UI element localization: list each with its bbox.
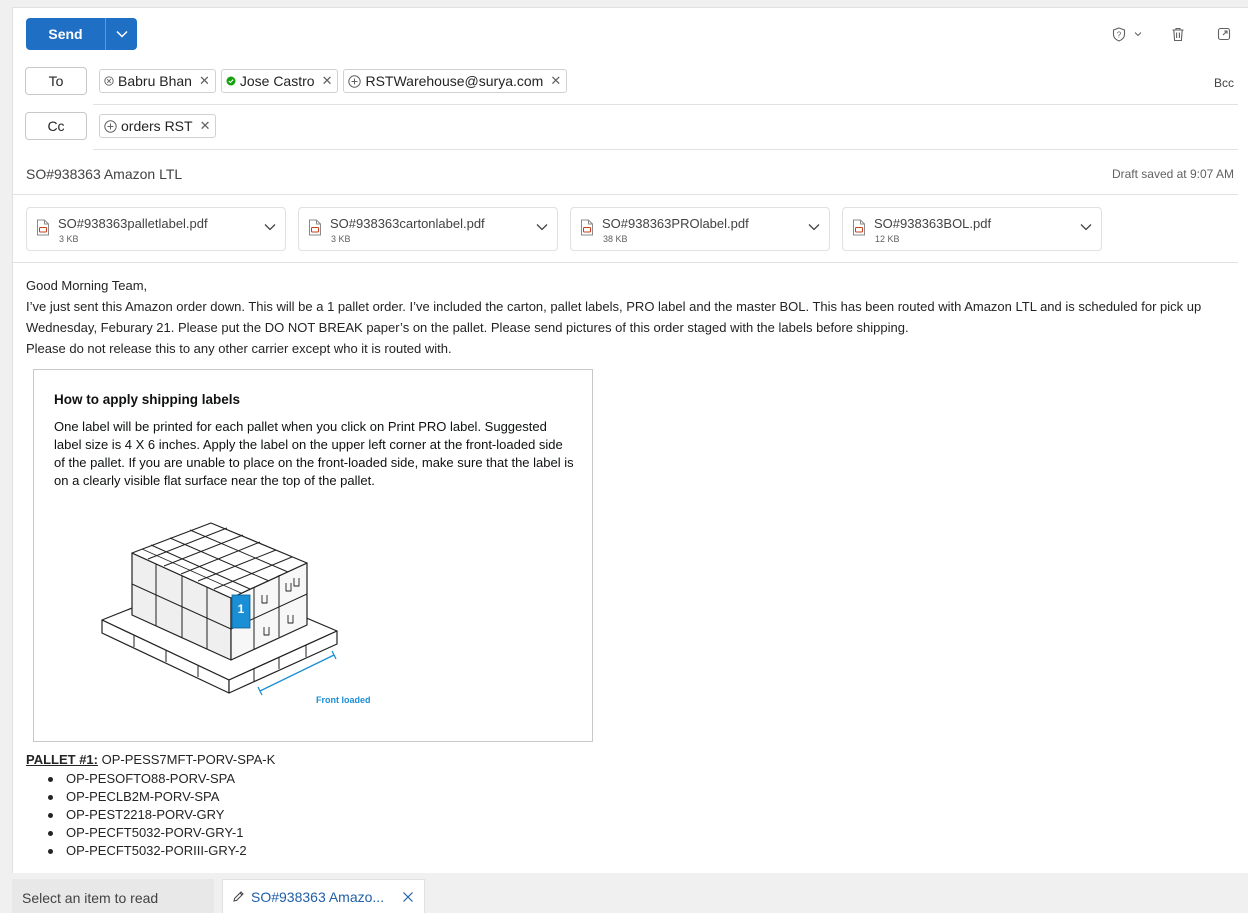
divider [13,262,1238,263]
recipient-chip[interactable]: Babru Bhan ✕ [99,69,216,93]
tab-reading-pane[interactable]: Select an item to read [12,879,214,913]
delete-icon [1172,27,1184,41]
cc-button[interactable]: Cc [25,112,87,140]
close-icon[interactable] [402,891,414,903]
to-button[interactable]: To [25,67,87,95]
pop-out-button[interactable] [1214,24,1234,44]
attachment-size: 3 KB [59,234,79,244]
blocked-status-icon [104,76,114,86]
tab-draft[interactable]: SO#938363 Amazo... [222,879,425,913]
remove-recipient-icon[interactable]: ✕ [322,73,333,89]
pallet-id: OP-PESS7MFT-PORV-SPA-K [101,752,276,767]
attachment-name: SO#938363PROlabel.pdf [602,216,749,231]
remove-recipient-icon[interactable]: ✕ [199,73,210,89]
pdf-file-icon [853,219,865,236]
pallet-label: PALLET #1: [26,752,98,767]
instructions-title: How to apply shipping labels [54,392,241,407]
attachment-size: 38 KB [603,234,628,244]
discard-button[interactable] [1168,24,1188,44]
cc-recipients: orders RST ✕ [99,114,217,138]
list-item: OP-PEST2218-PORV-GRY [46,806,247,824]
chevron-down-icon[interactable] [1080,223,1092,231]
send-button-group: Send [26,18,137,50]
list-item: OP-PECLB2M-PORV-SPA [46,788,247,806]
pdf-file-icon [37,219,49,236]
recipient-chip[interactable]: RSTWarehouse@surya.com ✕ [343,69,568,93]
attachment-card[interactable]: SO#938363palletlabel.pdf 3 KB [26,207,286,251]
tab-draft-label: SO#938363 Amazo... [251,888,385,905]
instructions-text: One label will be printed for each palle… [54,419,574,488]
body-paragraph: I’ve just sent this Amazon order down. T… [26,299,1202,335]
greeting: Good Morning Team, [26,278,148,293]
recipient-name: RSTWarehouse@surya.com [365,73,544,89]
attachment-card[interactable]: SO#938363BOL.pdf 12 KB [842,207,1102,251]
pallet-heading: PALLET #1: OP-PESS7MFT-PORV-SPA-K [26,752,275,767]
pallet-items-list: OP-PESOFTO88-PORV-SPA OP-PECLB2M-PORV-SP… [46,770,247,860]
divider [13,194,1238,195]
chevron-down-icon[interactable] [264,223,276,231]
recipient-chip[interactable]: Jose Castro ✕ [220,69,339,93]
recipient-name: orders RST [121,118,193,134]
pdf-file-icon [309,219,321,236]
attachment-list: SO#938363palletlabel.pdf 3 KB SO#938363c… [26,207,1102,251]
remove-recipient-icon[interactable]: ✕ [200,118,211,134]
compose-panel: Send ? To Babru Bhan ✕ Jose Castro ✕ RST… [12,7,1248,873]
attachment-size: 3 KB [331,234,351,244]
list-item: OP-PECFT5032-PORV-GRY-1 [46,824,247,842]
chevron-down-icon[interactable] [808,223,820,231]
remove-recipient-icon[interactable]: ✕ [550,73,561,89]
message-body[interactable]: Good Morning Team, I’ve just sent this A… [26,275,1241,359]
recipient-name: Babru Bhan [118,73,192,89]
add-contact-icon [348,74,362,88]
chevron-down-icon [115,30,128,38]
attachment-name: SO#938363cartonlabel.pdf [330,216,485,231]
front-loaded-label: Front loaded [316,695,371,705]
pallet-label-number: 1 [238,602,245,616]
shipping-label-instructions-image: How to apply shipping labels One label w… [33,369,593,742]
attachment-card[interactable]: SO#938363PROlabel.pdf 38 KB [570,207,830,251]
pop-out-icon [1217,27,1231,41]
attachment-name: SO#938363BOL.pdf [874,216,992,231]
pencil-icon [233,891,244,902]
toolbar-actions: ? [1112,24,1234,44]
available-status-icon [226,76,236,86]
chevron-down-icon [1134,32,1142,37]
svg-text:?: ? [1117,30,1122,39]
to-recipients: Babru Bhan ✕ Jose Castro ✕ RSTWarehouse@… [99,69,568,93]
attachment-size: 12 KB [875,234,900,244]
pdf-file-icon [581,219,593,236]
sensitivity-icon: ? [1112,26,1126,42]
recipient-chip[interactable]: orders RST ✕ [99,114,217,138]
chevron-down-icon[interactable] [536,223,548,231]
sensitivity-button[interactable]: ? [1112,26,1142,42]
add-contact-icon [104,119,117,133]
body-paragraph: Please do not release this to any other … [26,341,452,356]
send-button[interactable]: Send [26,18,105,50]
recipient-name: Jose Castro [239,73,315,89]
draft-status: Draft saved at 9:07 AM [1111,167,1234,181]
attachment-name: SO#938363palletlabel.pdf [58,216,208,231]
pallet-illustration: 1 Front loaded [101,522,371,705]
attachment-card[interactable]: SO#938363cartonlabel.pdf 3 KB [298,207,558,251]
divider [93,104,1238,105]
send-options-button[interactable] [106,18,137,50]
subject-field[interactable]: SO#938363 Amazon LTL [26,166,182,182]
bcc-button[interactable]: Bcc [1214,76,1234,90]
list-item: OP-PECFT5032-PORIII-GRY-2 [46,842,247,860]
divider [93,149,1238,150]
list-item: OP-PESOFTO88-PORV-SPA [46,770,247,788]
